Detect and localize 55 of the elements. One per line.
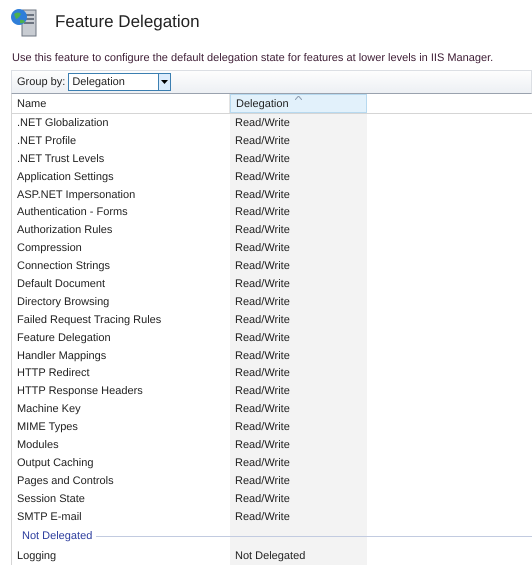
table-cell-text: Read/Write (234, 332, 291, 344)
table-cell-text: Read/Write (234, 350, 291, 362)
group-header[interactable]: Not Delegated (22, 530, 92, 542)
table-cell-text: Session State (16, 492, 86, 505)
table-cell-text: Read/Write (234, 134, 291, 147)
group-by-dropdown[interactable]: Delegation (68, 73, 172, 91)
table-cell-text: Not Delegated (234, 550, 306, 562)
table-cell-text: Output Caching (16, 456, 94, 469)
table-cell-text: Read/Write (234, 188, 291, 200)
table-cell-text: Read/Write (234, 116, 291, 129)
table-cell-text: Read/Write (234, 510, 291, 523)
table-cell-text: Pages and Controls (16, 474, 115, 487)
table-cell-text: Read/Write (234, 206, 291, 218)
table-cell-text: Read/Write (234, 152, 291, 165)
table-cell-text: Read/Write (234, 296, 291, 308)
table-cell-text: Read/Write (234, 403, 291, 416)
table-cell-text: Default Document (16, 278, 106, 290)
table-cell-text: Logging (16, 550, 58, 562)
table-cell-text: Read/Write (234, 456, 291, 469)
table-cell-text: Authorization Rules (16, 224, 114, 236)
table-cell-text: HTTP Redirect (16, 367, 91, 380)
table-cell-text: Read/Write (234, 224, 291, 236)
column-header[interactable]: Delegation (230, 94, 367, 113)
table-cell-text: MIME Types (16, 421, 79, 434)
table-cell-text: Application Settings (16, 170, 115, 183)
table-cell-text: .NET Globalization (16, 116, 110, 129)
table-cell-text: Failed Request Tracing Rules (16, 314, 162, 326)
table-cell-text: Modules (16, 438, 60, 451)
table-cell-text: .NET Trust Levels (16, 152, 106, 165)
table-cell-text: Read/Write (234, 170, 291, 183)
page-title: Feature Delegation (55, 12, 200, 32)
table-cell-text: Read/Write (234, 385, 291, 398)
table-cell-text: Read/Write (234, 474, 291, 487)
table-cell-text: Read/Write (234, 260, 291, 272)
table-cell-text: HTTP Response Headers (16, 385, 144, 398)
table-cell-text: Directory Browsing (16, 296, 110, 308)
table-cell-text: Read/Write (234, 278, 291, 290)
table-cell-text: Read/Write (234, 492, 291, 505)
description-text: Use this feature to configure the default delegation state for features at lower levels in IIS Manager. (11, 51, 494, 66)
table-cell-text: .NET Profile (16, 134, 78, 147)
table-cell-text: Read/Write (234, 242, 291, 254)
group-by-label: Group by: (16, 76, 66, 88)
table-cell-text: ASP.NET Impersonation (16, 188, 136, 200)
table-cell-text: Read/Write (234, 367, 291, 380)
table-cell-text: SMTP E-mail (16, 510, 83, 523)
table-cell-text: Read/Write (234, 421, 291, 434)
table-cell-text: Authentication - Forms (16, 206, 129, 218)
table-cell-text: Compression (16, 242, 83, 254)
table-cell-text: Connection Strings (16, 260, 111, 272)
caret-icon (161, 80, 168, 84)
table-cell-text: Feature Delegation (16, 332, 112, 344)
table-cell-text: Read/Write (234, 438, 291, 451)
table-cell-text: Read/Write (234, 314, 291, 326)
table-cell-text: Handler Mappings (16, 350, 108, 362)
table-cell-text: Machine Key (16, 403, 82, 416)
